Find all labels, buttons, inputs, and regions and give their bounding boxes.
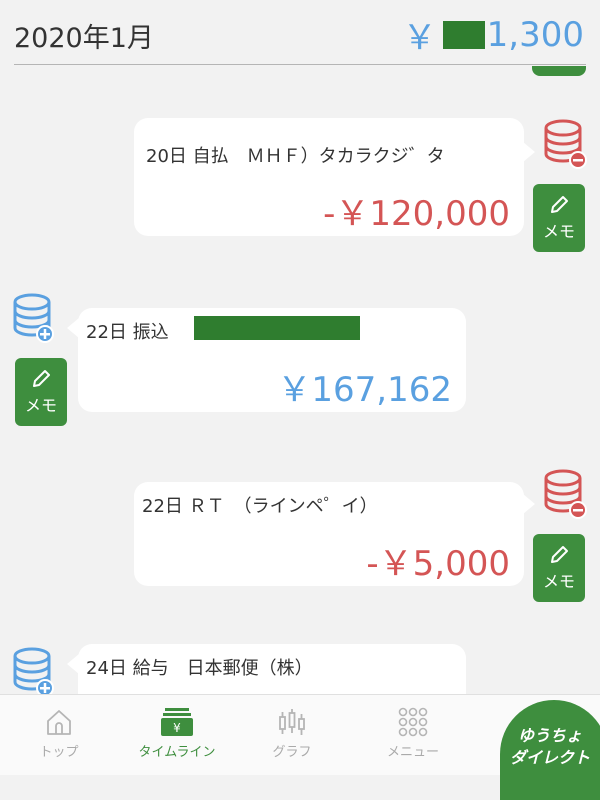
graph-icon xyxy=(279,709,305,735)
tab-label: メニュー xyxy=(386,745,439,760)
balance-redaction xyxy=(442,20,485,49)
tab-label: トップ xyxy=(39,745,79,760)
menu-grid-icon xyxy=(398,707,428,737)
redacted-text xyxy=(194,316,360,340)
entry-description: 22日 ＲＴ （ラインペ゜イ） xyxy=(142,496,378,517)
entry-amount: -￥5,000 xyxy=(366,544,510,584)
month-title[interactable]: 2020年1月 xyxy=(14,16,154,55)
bubble-tail xyxy=(523,494,535,514)
timeline-entry-deposit[interactable]: 22日 振込 ￥167,162 xyxy=(78,308,466,412)
pencil-icon xyxy=(551,196,568,213)
yucho-direct-button[interactable]: ゆうちょ ダイレクト xyxy=(500,700,600,800)
memo-button[interactable]: メモ xyxy=(533,184,585,252)
tab-menu[interactable]: メニュー xyxy=(358,695,468,775)
pencil-icon xyxy=(551,546,568,563)
timeline-icon: ¥ xyxy=(161,708,193,736)
header: 2020年1月 ￥ 1,300 xyxy=(0,0,600,66)
deposit-coins-icon xyxy=(13,293,54,343)
entry-amount: ￥167,162 xyxy=(277,370,452,410)
memo-label: メモ xyxy=(24,396,57,415)
memo-label: メモ xyxy=(542,572,575,591)
memo-button[interactable]: メモ xyxy=(15,358,67,426)
direct-label-line2: ダイレクト xyxy=(509,748,590,767)
svg-text:¥: ¥ xyxy=(173,721,181,735)
timeline-entry-withdrawal[interactable]: 20日 自払 ＭＨＦ）タカラクジ゛タ -￥120,000 xyxy=(134,118,524,236)
entry-description: 22日 振込 xyxy=(86,322,169,343)
memo-button-partial[interactable] xyxy=(532,66,586,76)
tab-label: タイムライン xyxy=(138,745,216,760)
bubble-tail xyxy=(67,318,79,338)
balance: ￥ 1,300 xyxy=(403,10,584,59)
tab-timeline[interactable]: ¥ タイムライン xyxy=(122,695,232,775)
balance-currency: ￥ xyxy=(402,18,437,58)
balance-amount: 1,300 xyxy=(486,14,584,55)
bubble-tail xyxy=(523,142,535,162)
pencil-icon xyxy=(33,370,50,387)
tab-label: グラフ xyxy=(272,745,312,760)
entry-description: 20日 自払 ＭＨＦ）タカラクジ゛タ xyxy=(146,146,445,167)
memo-label: メモ xyxy=(542,222,575,241)
deposit-coins-icon xyxy=(13,647,54,697)
timeline-entry-withdrawal[interactable]: 22日 ＲＴ （ラインペ゜イ） -￥5,000 xyxy=(134,482,524,586)
home-icon xyxy=(47,710,71,735)
memo-button[interactable]: メモ xyxy=(533,534,585,602)
withdrawal-coins-icon xyxy=(544,469,587,519)
entry-description: 24日 給与 日本郵便（株） xyxy=(86,658,313,679)
direct-label-line1: ゆうちょ xyxy=(517,726,582,745)
bubble-tail xyxy=(67,654,79,674)
header-divider xyxy=(14,64,586,65)
tab-graph[interactable]: グラフ xyxy=(237,695,347,775)
entry-amount: -￥120,000 xyxy=(323,194,510,234)
tab-top[interactable]: トップ xyxy=(4,695,114,775)
withdrawal-coins-icon xyxy=(544,119,587,169)
